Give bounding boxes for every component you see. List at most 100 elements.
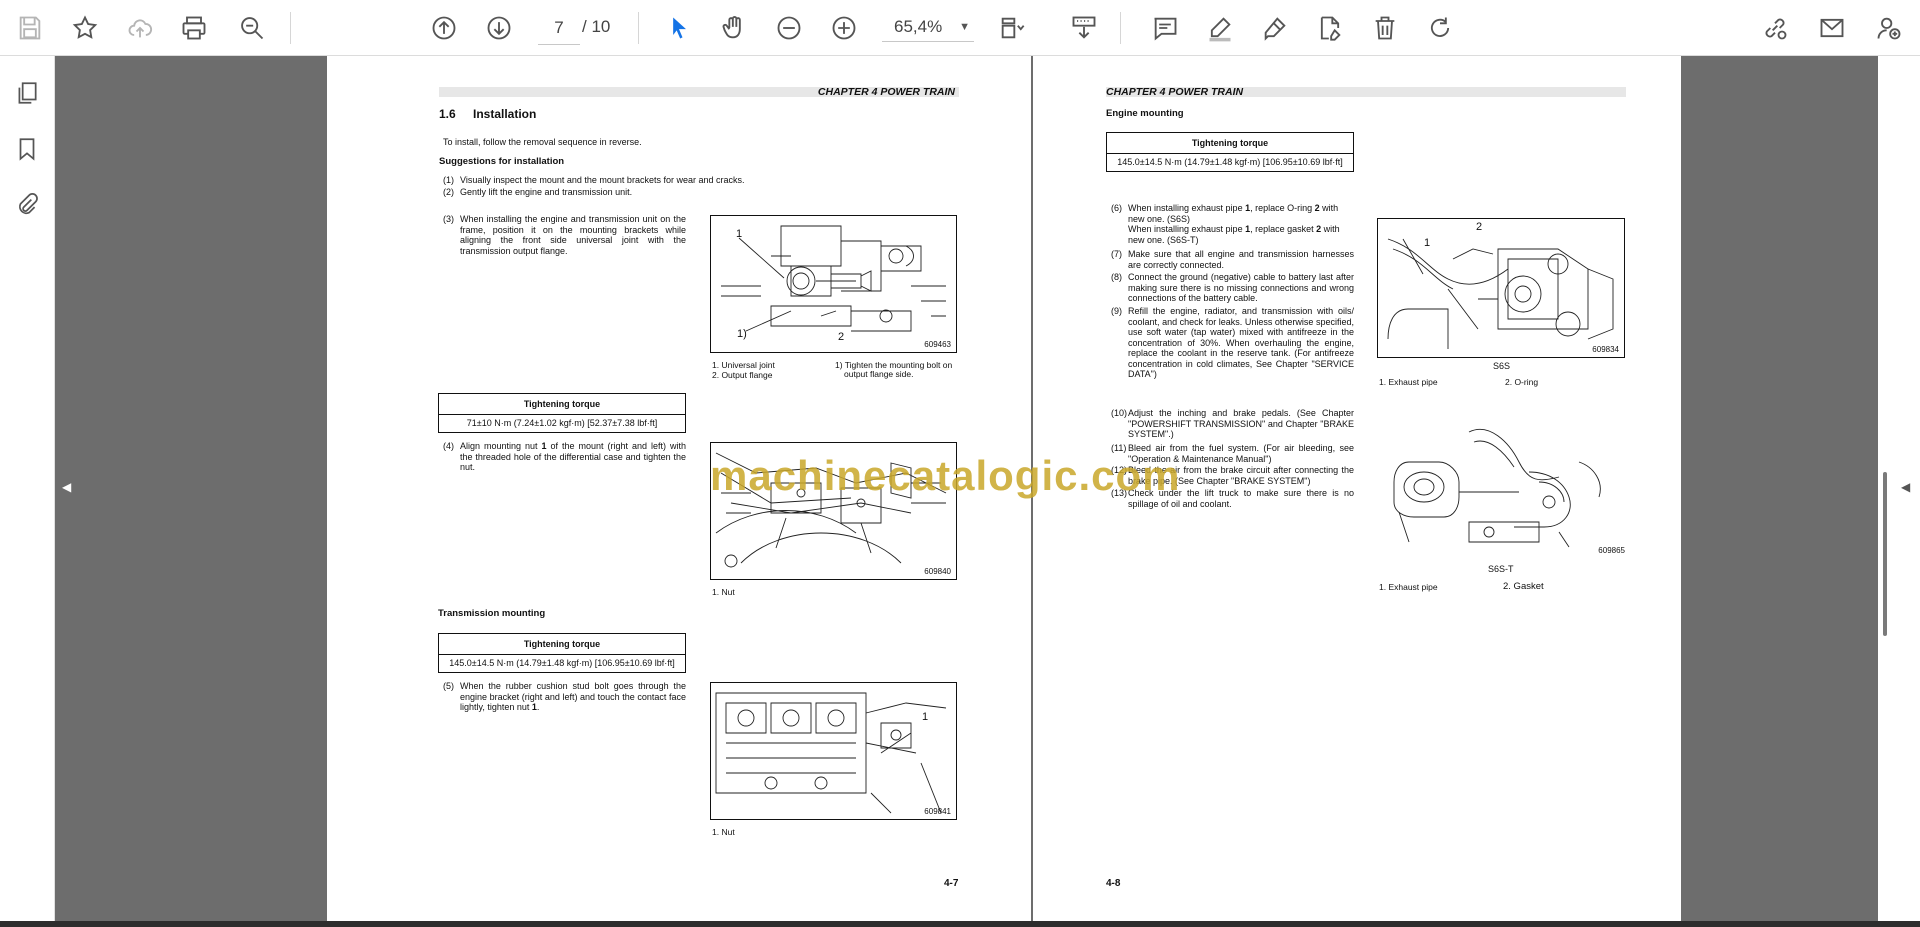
figure-code: 609865 bbox=[1598, 546, 1625, 555]
page-fit-icon[interactable] bbox=[996, 12, 1028, 44]
figure-caption: output flange side. bbox=[844, 369, 914, 379]
exhaust-gasket-drawing-illustration bbox=[1393, 428, 1601, 548]
figure-code: 609840 bbox=[924, 567, 951, 576]
chapter-title: CHAPTER 4 POWER TRAIN bbox=[1106, 86, 1244, 98]
cloud-upload-icon[interactable] bbox=[124, 12, 156, 44]
step-text: Refill the engine, radiator, and transmi… bbox=[1128, 306, 1354, 379]
zoom-out-icon[interactable] bbox=[773, 12, 805, 44]
edit-document-icon[interactable] bbox=[1314, 12, 1346, 44]
torque-table-header: Tightening torque bbox=[1107, 133, 1353, 154]
torque-table-header: Tightening torque bbox=[439, 634, 685, 655]
figure-caption: 2. Output flange bbox=[712, 370, 773, 380]
step-number: (10) bbox=[1111, 408, 1128, 418]
figure-code: 609834 bbox=[1592, 345, 1619, 354]
section-number: 1.6 bbox=[439, 107, 456, 121]
figure-exhaust-pipe-s6s: 1 2 609834 bbox=[1377, 218, 1625, 358]
figure-caption: 2. O-ring bbox=[1505, 377, 1539, 387]
step-number: (3) bbox=[443, 214, 454, 224]
step-number: (8) bbox=[1111, 272, 1122, 282]
rotate-redo-icon[interactable] bbox=[1424, 12, 1456, 44]
scroll-mode-icon[interactable] bbox=[1068, 12, 1100, 44]
zoom-level-value: 65,4% bbox=[894, 17, 943, 36]
step-text: When installing the engine and transmiss… bbox=[460, 214, 686, 256]
tightening-torque-table: Tightening torque 145.0±14.5 N·m (14.79±… bbox=[1106, 132, 1354, 172]
torque-table-header: Tightening torque bbox=[439, 394, 685, 415]
step-number: (7) bbox=[1111, 249, 1122, 259]
step-text: Visually inspect the mount and the mount… bbox=[460, 175, 745, 185]
select-cursor-icon[interactable] bbox=[663, 12, 695, 44]
figure-title: S6S bbox=[1493, 361, 1511, 371]
step-number: (1) bbox=[443, 175, 454, 185]
figure-callout: 1) bbox=[737, 328, 747, 340]
attachments-paperclip-icon[interactable] bbox=[12, 190, 42, 220]
engine-mounting-heading: Engine mounting bbox=[1106, 108, 1184, 119]
step-text: Align mounting nut 1 of the mount (right… bbox=[460, 441, 686, 472]
step-number: (4) bbox=[443, 441, 454, 451]
intro-text: To install, follow the removal sequence … bbox=[443, 137, 642, 147]
step-text: Make sure that all engine and transmissi… bbox=[1128, 249, 1354, 270]
step-text: When the rubber cushion stud bolt goes t… bbox=[460, 681, 686, 712]
collapse-left-panel-icon[interactable]: ◀ bbox=[62, 480, 76, 500]
step-text: Connect the ground (negative) cable to b… bbox=[1128, 272, 1354, 303]
figure-transmission-nut: 1 609841 bbox=[710, 682, 957, 820]
torque-table-value: 145.0±14.5 N·m (14.79±1.48 kgf·m) [106.9… bbox=[1117, 157, 1343, 167]
vertical-scrollbar[interactable] bbox=[1883, 472, 1887, 636]
figure-caption: 1. Nut bbox=[712, 827, 735, 837]
chapter-header-bar: CHAPTER 4 POWER TRAIN bbox=[1106, 87, 1626, 97]
highlight-pen-icon[interactable] bbox=[1204, 12, 1236, 44]
bookmark-star-icon[interactable] bbox=[69, 12, 101, 44]
tightening-torque-table: Tightening torque 145.0±14.5 N·m (14.79±… bbox=[438, 633, 686, 673]
suggestions-heading: Suggestions for installation bbox=[439, 156, 565, 167]
step-text: When installing exhaust pipe 1, replace … bbox=[1128, 203, 1340, 245]
figure-exhaust-pipe-s6s-t: 609865 bbox=[1379, 422, 1625, 562]
transmission-drawing-illustration bbox=[715, 692, 947, 814]
torque-table-value: 71±10 N·m (7.24±1.02 kgf·m) [52.37±7.38 … bbox=[466, 418, 658, 428]
figure-callout: 1 bbox=[1424, 237, 1431, 249]
step-number: (6) bbox=[1111, 203, 1122, 213]
page-number-input[interactable] bbox=[538, 12, 580, 45]
engine-drawing-illustration bbox=[721, 225, 946, 332]
draw-signature-icon[interactable] bbox=[1259, 12, 1291, 44]
expand-right-panel-icon[interactable]: ◀ bbox=[1901, 480, 1915, 500]
figure-caption: 1. Nut bbox=[712, 587, 735, 597]
bookmarks-icon[interactable] bbox=[12, 134, 42, 164]
toolbar-divider bbox=[638, 12, 639, 44]
next-page-icon[interactable] bbox=[483, 12, 515, 44]
add-user-icon[interactable] bbox=[1873, 12, 1905, 44]
chapter-header-bar: CHAPTER 4 POWER TRAIN bbox=[439, 87, 959, 97]
page-number-label: 4-8 bbox=[1106, 878, 1121, 889]
zoom-search-icon[interactable] bbox=[236, 12, 268, 44]
figure-code: 609463 bbox=[924, 340, 951, 349]
step-number: (5) bbox=[443, 681, 454, 691]
chevron-down-icon: ▼ bbox=[959, 21, 970, 33]
figure-callout: 2 bbox=[1476, 221, 1483, 233]
figure-universal-joint: 1 2 1) 609463 bbox=[710, 215, 957, 353]
step-number: (9) bbox=[1111, 306, 1122, 316]
print-icon[interactable] bbox=[178, 12, 210, 44]
toolbar-divider bbox=[290, 12, 291, 44]
figure-callout: 2 bbox=[838, 331, 845, 343]
page-total: / 10 bbox=[582, 17, 611, 36]
delete-trash-icon[interactable] bbox=[1369, 12, 1401, 44]
exhaust-drawing-illustration bbox=[1387, 238, 1614, 349]
figure-callout: 1 bbox=[922, 711, 929, 723]
zoom-level-dropdown[interactable]: 65,4% ▼ bbox=[882, 12, 974, 42]
hand-tool-icon[interactable] bbox=[718, 12, 750, 44]
transmission-mounting-heading: Transmission mounting bbox=[438, 608, 546, 619]
watermark-text: machinecatalogic.com bbox=[710, 452, 1181, 499]
save-icon[interactable] bbox=[14, 12, 46, 44]
bottom-edge-bar bbox=[0, 921, 1920, 927]
figure-caption: 1. Exhaust pipe bbox=[1379, 377, 1438, 387]
comment-icon[interactable] bbox=[1149, 12, 1181, 44]
figure-title: S6S-T bbox=[1488, 564, 1514, 574]
zoom-in-icon[interactable] bbox=[828, 12, 860, 44]
page-thumbnails-icon[interactable] bbox=[12, 78, 42, 108]
previous-page-icon[interactable] bbox=[428, 12, 460, 44]
step-number: (2) bbox=[443, 187, 454, 197]
section-title: Installation bbox=[473, 107, 537, 121]
page-number-label: 4-7 bbox=[944, 878, 959, 889]
email-icon[interactable] bbox=[1816, 12, 1848, 44]
step-text: Adjust the inching and brake pedals. (Se… bbox=[1128, 408, 1354, 439]
chapter-title: CHAPTER 4 POWER TRAIN bbox=[817, 86, 955, 98]
share-link-icon[interactable] bbox=[1759, 12, 1791, 44]
